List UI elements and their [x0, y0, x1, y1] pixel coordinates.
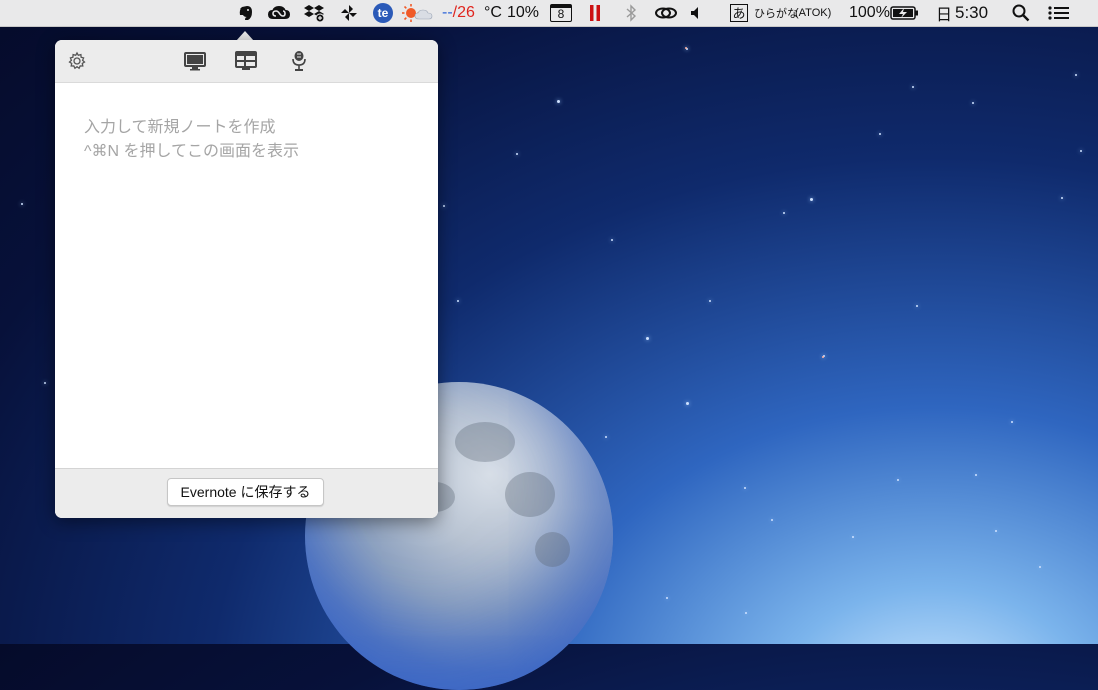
creative-cloud-icon[interactable] — [266, 0, 292, 26]
notification-list-icon[interactable] — [1046, 0, 1072, 26]
calendar-day: 8 — [557, 7, 565, 21]
gear-icon[interactable] — [65, 50, 89, 72]
sun-cloud-weather-icon[interactable] — [398, 0, 434, 26]
dropbox-icon[interactable] — [303, 0, 327, 26]
weather-dash: -- — [442, 4, 453, 21]
svg-text:te: te — [378, 6, 389, 20]
save-to-evernote-button[interactable]: Evernote に保存する — [167, 478, 324, 506]
battery-charging-icon[interactable] — [889, 0, 921, 26]
humidity-text[interactable]: 10% — [507, 0, 545, 26]
note-editor-area[interactable]: 入力して新規ノートを作成 ^⌘N を押してこの画面を表示 — [55, 83, 438, 468]
weather-unit: °C — [484, 4, 502, 21]
weather-temperature[interactable]: --/26 — [442, 0, 482, 26]
input-method-text[interactable]: (ATOK) — [795, 0, 833, 26]
desktop-capture-icon[interactable] — [183, 50, 207, 72]
spotlight-search-icon[interactable] — [1010, 0, 1032, 26]
link-icon[interactable] — [653, 0, 679, 26]
placeholder-line-create: 入力して新規ノートを作成 — [84, 119, 276, 136]
evernote-helper-popover: 入力して新規ノートを作成 ^⌘N を押してこの画面を表示 Evernote に保… — [55, 40, 438, 518]
note-placeholder: 入力して新規ノートを作成 ^⌘N を押してこの画面を表示 — [84, 116, 299, 164]
weather-temp-value: /26 — [452, 4, 475, 21]
popover-footer: Evernote に保存する — [55, 468, 438, 518]
atok-a-icon[interactable]: あ — [728, 0, 750, 26]
bluetooth-icon[interactable] — [622, 0, 640, 26]
te-circle-icon[interactable]: te — [371, 0, 395, 26]
menu-bar: te --/26 °C 10% 8 あ ひらがな (ATOK) 100% 日 5… — [0, 0, 1098, 27]
atok-char: あ — [730, 4, 748, 22]
calendar-icon[interactable]: 8 — [548, 0, 574, 26]
battery-percent[interactable]: 100% — [849, 0, 890, 26]
volume-icon[interactable] — [688, 0, 706, 26]
input-mode-text[interactable]: ひらがな — [754, 0, 798, 26]
clock-time[interactable]: 5:30 — [955, 0, 995, 26]
placeholder-line-shortcut: ^⌘N を押してこの画面を表示 — [84, 143, 300, 160]
window-capture-icon[interactable] — [234, 50, 258, 72]
day-of-week[interactable]: 日 — [936, 0, 954, 26]
popover-toolbar — [55, 40, 438, 83]
microphone-icon[interactable] — [287, 50, 311, 72]
pause-icon[interactable] — [586, 0, 604, 26]
evernote-elephant-icon[interactable] — [235, 0, 257, 26]
pinwheel-icon[interactable] — [338, 0, 360, 26]
